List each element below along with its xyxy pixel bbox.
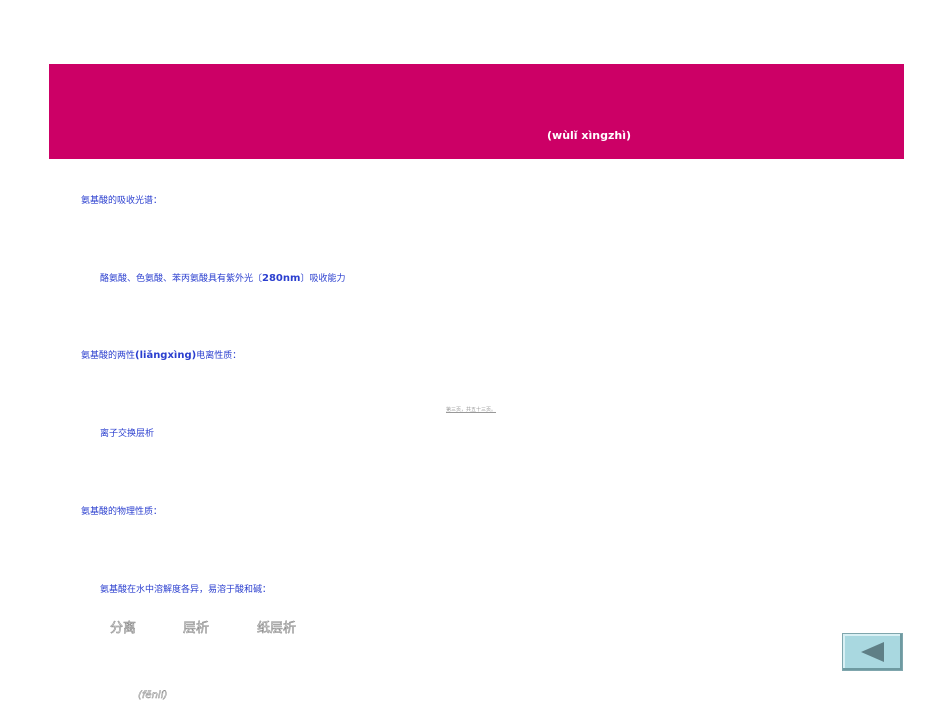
term-separation: 分离	[110, 621, 137, 637]
term-pinyin: (fēnlí)	[138, 690, 168, 702]
amphoteric-heading-post: 电离性质：	[196, 351, 242, 361]
back-button[interactable]	[842, 633, 903, 671]
uv-absorption-text-pre: 酪氨酸、色氨酸、苯丙氨酸具有紫外光〔	[100, 274, 263, 284]
uv-absorption-text-post: 〕吸收能力	[300, 274, 346, 284]
page-footer-note: 第三页，共五十三页。	[446, 407, 497, 413]
term-paper-chromatography: 纸层析	[257, 621, 297, 637]
title-banner	[49, 64, 904, 159]
wavelength-value: 280nm	[262, 273, 301, 284]
left-triangle-icon	[861, 642, 884, 662]
solubility-text: 氨基酸在水中溶解度各异，易溶于酸和碱：	[100, 585, 272, 595]
amphoteric-heading: 氨基酸的两性(liǎngxìng)电离性质：	[81, 348, 241, 361]
amphoteric-pinyin: (liǎngxìng)	[135, 350, 197, 361]
ion-exchange-text: 离子交换层析	[100, 429, 155, 439]
uv-absorption-text: 酪氨酸、色氨酸、苯丙氨酸具有紫外光〔280nm〕吸收能力	[100, 271, 345, 284]
amphoteric-heading-pre: 氨基酸的两性	[81, 351, 136, 361]
term-chromatography: 层析	[183, 621, 210, 637]
physical-properties-heading: 氨基酸的物理性质：	[81, 507, 163, 517]
absorption-spectrum-heading: 氨基酸的吸收光谱：	[81, 196, 163, 206]
banner-subtitle: (wùlǐ xìngzhì)	[547, 129, 631, 142]
